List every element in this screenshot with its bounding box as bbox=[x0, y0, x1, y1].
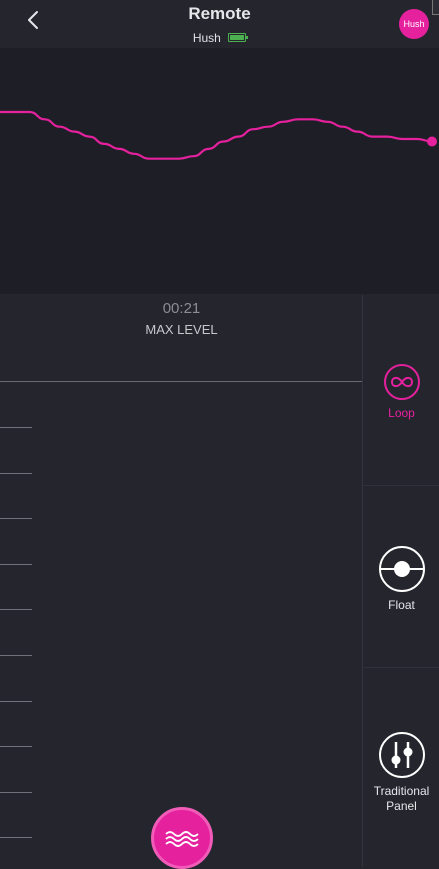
elapsed-time: 00:21 bbox=[162, 300, 201, 317]
wave-icon bbox=[165, 831, 199, 847]
level-tick bbox=[0, 427, 32, 428]
traditional-panel-label: Traditional Panel bbox=[373, 784, 430, 813]
avatar[interactable]: Hush bbox=[399, 9, 429, 39]
device-status: Hush bbox=[0, 30, 439, 45]
battery-icon bbox=[228, 33, 249, 43]
divider bbox=[363, 485, 439, 486]
pattern-graph bbox=[0, 48, 439, 294]
pattern-line bbox=[0, 110, 433, 160]
level-tick bbox=[0, 837, 32, 839]
level-tick bbox=[0, 563, 32, 565]
loop-button[interactable]: Loop bbox=[363, 363, 439, 421]
corner-handle bbox=[432, 0, 439, 15]
traditional-panel-button[interactable]: Traditional Panel bbox=[363, 731, 439, 814]
divider bbox=[363, 667, 439, 668]
pattern-chart bbox=[0, 110, 437, 160]
header-bar: Remote Hush Hush bbox=[0, 0, 439, 48]
pattern-current-dot bbox=[427, 136, 437, 147]
float-icon bbox=[378, 546, 425, 592]
infinity-icon bbox=[383, 364, 420, 400]
max-level-line bbox=[0, 381, 362, 382]
float-label: Float bbox=[388, 598, 415, 612]
loop-label: Loop bbox=[388, 406, 415, 420]
level-tick bbox=[0, 746, 32, 748]
level-tick bbox=[0, 609, 32, 611]
page-title: Remote bbox=[188, 4, 251, 23]
level-tick bbox=[0, 655, 32, 656]
sliders-icon bbox=[378, 732, 425, 778]
level-tick bbox=[0, 472, 32, 474]
level-tick bbox=[0, 700, 32, 702]
device-name: Hush bbox=[192, 30, 221, 45]
mode-panel: Loop Float Traditional Panel bbox=[362, 295, 439, 867]
float-button[interactable]: Float bbox=[363, 545, 439, 613]
wave-control-button[interactable] bbox=[151, 807, 213, 869]
level-tick bbox=[0, 518, 32, 520]
level-label: MAX LEVEL bbox=[145, 322, 218, 337]
level-tick bbox=[0, 791, 32, 793]
